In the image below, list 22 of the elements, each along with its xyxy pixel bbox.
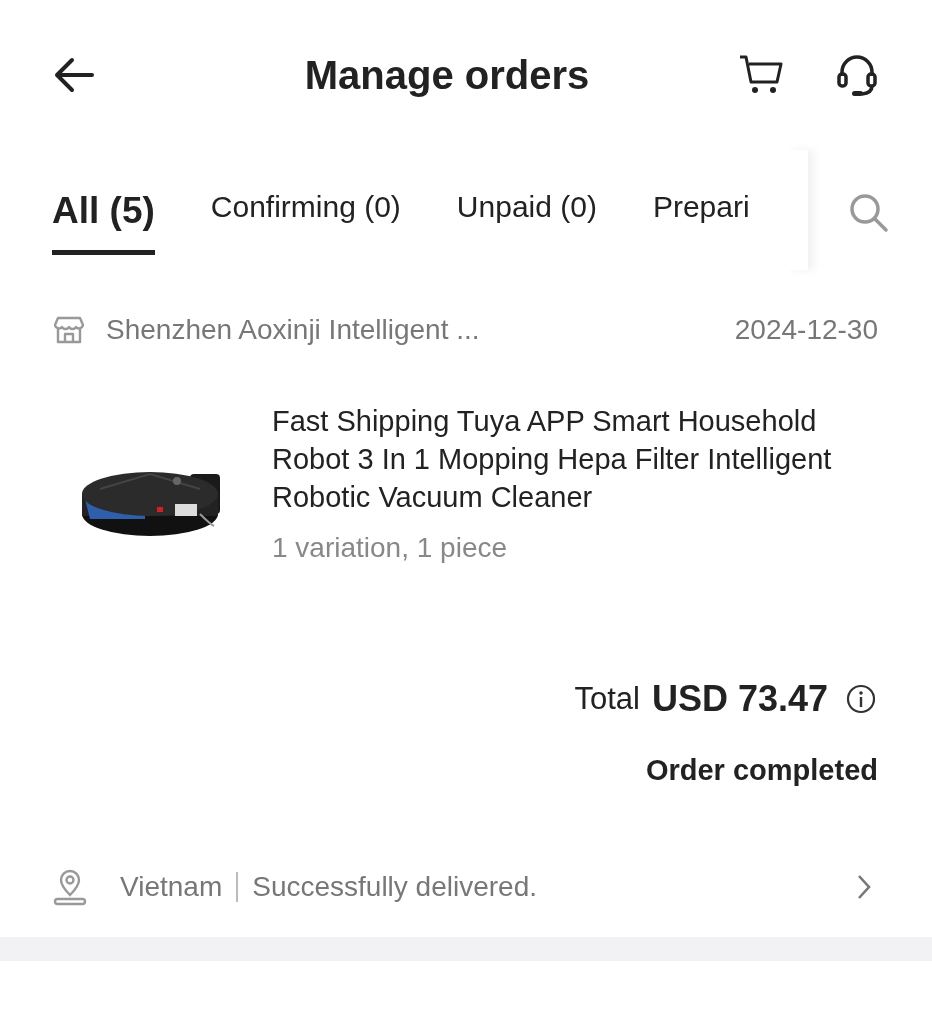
- delivery-row[interactable]: Vietnam Successfully delivered.: [0, 857, 932, 917]
- delivery-status: Successfully delivered.: [252, 871, 539, 903]
- variation-text: 1 variation, 1 piece: [272, 532, 509, 564]
- order-status: Order completed: [645, 754, 878, 787]
- destination-text: Vietnam: [120, 871, 223, 903]
- info-icon[interactable]: [846, 684, 876, 714]
- chevron-right-icon: [856, 873, 872, 901]
- order-tab[interactable]: All (5): [52, 190, 155, 255]
- back-button[interactable]: [52, 55, 96, 95]
- total-label: Total: [574, 681, 640, 717]
- order-tab[interactable]: Confirming (0): [210, 190, 401, 255]
- product-title[interactable]: Fast Shipping Tuya APP Smart Household Robot 3 In 1 Mopping Hepa Filter Intelligent Robotic Vacuum Cleaner: [272, 402, 880, 516]
- store-icon: [54, 316, 84, 344]
- headset-button[interactable]: [834, 52, 880, 98]
- store-name[interactable]: Shenzhen Aoxinji Intelligent ...: [106, 314, 735, 346]
- search-button[interactable]: [848, 192, 890, 234]
- order-date: 2024-12-30: [734, 314, 878, 346]
- order-tab[interactable]: Prepari: [652, 190, 750, 255]
- location-pin-icon: [52, 868, 88, 906]
- order-tab[interactable]: Unpaid (0): [456, 190, 597, 255]
- total-amount: USD 73.47: [651, 678, 828, 720]
- page-title: Manage orders: [303, 52, 591, 98]
